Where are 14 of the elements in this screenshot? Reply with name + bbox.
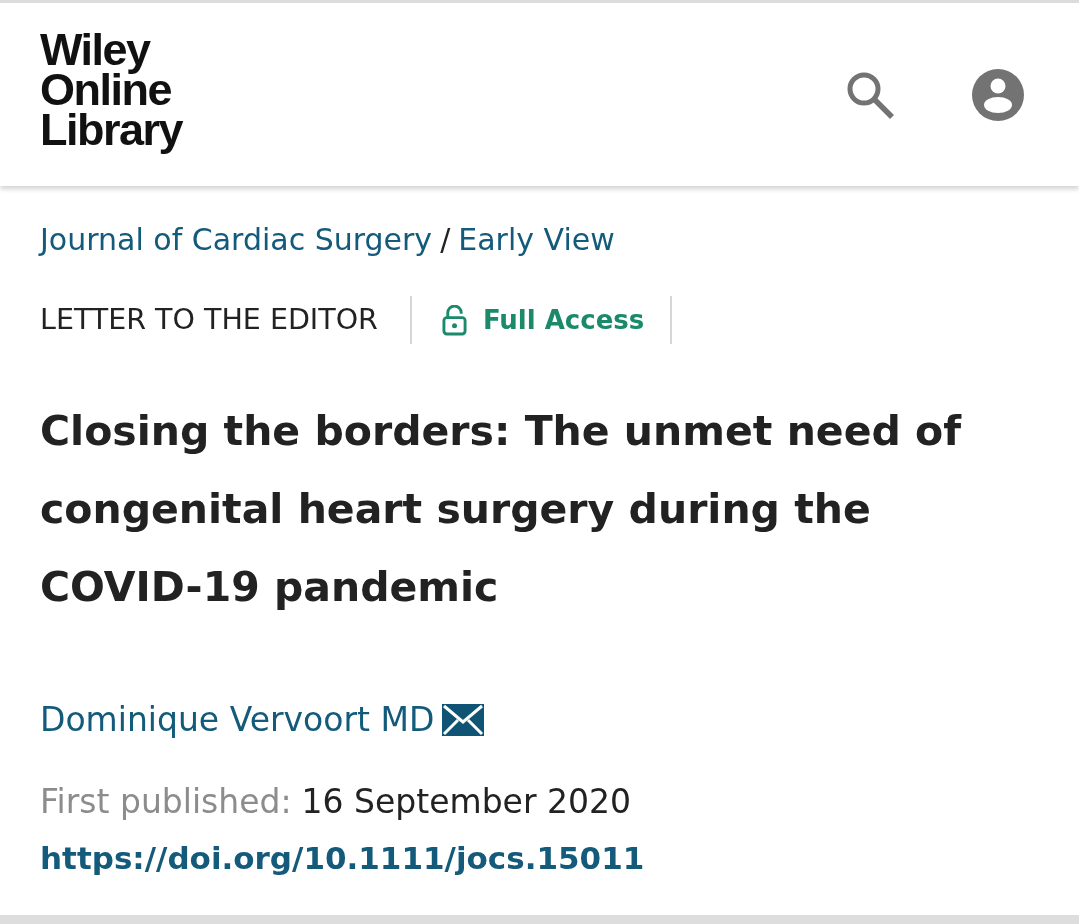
logo-wordmark[interactable]: Wiley Online Library [40,25,187,160]
unlocked-padlock-icon [441,304,467,336]
author-link[interactable]: Dominique Vervoort MD [40,700,435,740]
breadcrumb-separator: / [440,222,451,258]
doi-link[interactable]: https://doi.org/10.1111/jocs.15011 [40,838,645,878]
breadcrumb-link[interactable]: Early View [458,222,615,258]
breadcrumb-link[interactable]: Journal of Cardiac Surgery [40,222,433,258]
access-status-label: Full Access [482,305,645,335]
envelope-icon[interactable] [442,704,485,736]
article-type-label: LETTER TO THE EDITOR [40,296,412,344]
account-icon[interactable] [972,68,1024,121]
published-label: First published: [40,782,292,822]
article-title: Closing the borders: The unmet need of congenital heart surgery during the COVID-19 pandemic [40,406,963,613]
published-date: 16 September 2020 [301,782,631,822]
